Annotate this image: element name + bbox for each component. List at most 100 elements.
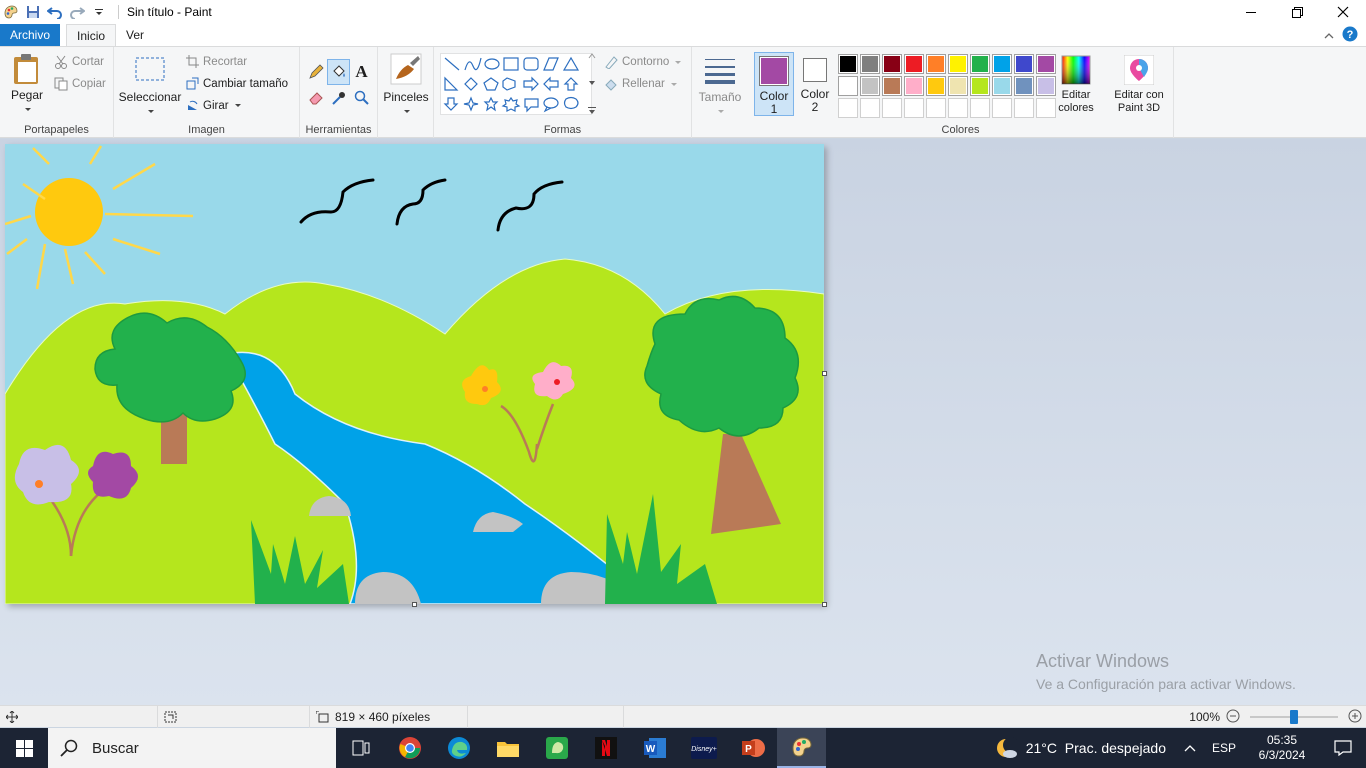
minimize-button[interactable] <box>1228 0 1274 24</box>
help-icon[interactable]: ? <box>1342 26 1358 45</box>
collapse-ribbon-icon[interactable] <box>1324 29 1334 43</box>
resize-handle-corner[interactable] <box>822 602 827 607</box>
system-tray: 21°C Prac. despejado ESP 05:35 6/3/2024 <box>986 728 1366 768</box>
zoom-slider-thumb[interactable] <box>1290 710 1298 724</box>
disney-plus-icon[interactable]: Disney+ <box>679 728 728 768</box>
palette-swatch[interactable] <box>1036 54 1056 74</box>
edit-with-paint3d-button[interactable]: Editar con Paint 3D <box>1108 54 1170 115</box>
magnifier-icon[interactable] <box>350 85 373 111</box>
zoom-out-icon[interactable] <box>1226 709 1240 726</box>
text-icon[interactable]: A <box>350 59 373 85</box>
palette-swatch[interactable] <box>926 54 946 74</box>
palette-swatch-empty[interactable] <box>992 98 1012 118</box>
color1-button[interactable]: Color 1 <box>754 52 794 116</box>
palette-swatch[interactable] <box>992 76 1012 96</box>
palette-swatch[interactable] <box>882 54 902 74</box>
palette-swatch[interactable] <box>970 76 990 96</box>
paint-taskbar-icon[interactable] <box>777 728 826 768</box>
color-picker-icon[interactable] <box>327 85 350 111</box>
crop-button[interactable]: Recortar <box>186 55 247 68</box>
input-language[interactable]: ESP <box>1204 741 1244 755</box>
powerpoint-icon[interactable]: P <box>728 728 777 768</box>
palette-swatch[interactable] <box>948 54 968 74</box>
zoom-slider[interactable] <box>1246 710 1342 724</box>
eraser-icon[interactable] <box>304 85 327 111</box>
tab-inicio[interactable]: Inicio <box>66 24 117 46</box>
paint-app-icon[interactable] <box>0 0 22 24</box>
palette-swatch[interactable] <box>992 54 1012 74</box>
palette-swatch[interactable] <box>926 76 946 96</box>
fill-bucket-icon[interactable] <box>327 59 350 85</box>
palette-swatch[interactable] <box>970 54 990 74</box>
palette-swatch[interactable] <box>904 54 924 74</box>
word-icon[interactable]: W <box>630 728 679 768</box>
drawing-canvas[interactable] <box>4 144 827 607</box>
edit-colors-button[interactable]: Editar colores <box>1056 55 1096 115</box>
taskbar-clock[interactable]: 05:35 6/3/2024 <box>1244 733 1320 763</box>
palette-swatch-empty[interactable] <box>838 98 858 118</box>
restore-button[interactable] <box>1274 0 1320 24</box>
close-button[interactable] <box>1320 0 1366 24</box>
selection-icon <box>164 711 177 722</box>
green-app-icon[interactable] <box>532 728 581 768</box>
tab-ver[interactable]: Ver <box>116 24 154 46</box>
palette-swatch-empty[interactable] <box>882 98 902 118</box>
palette-swatch-empty[interactable] <box>970 98 990 118</box>
rotate-button[interactable]: Girar <box>186 99 241 112</box>
tools-group-label: Herramientas <box>305 124 372 136</box>
resize-handle-bottom[interactable] <box>412 602 417 607</box>
resize-button[interactable]: Cambiar tamaño <box>186 77 288 90</box>
netflix-icon[interactable] <box>581 728 630 768</box>
clipboard-group-label: Portapapeles <box>24 124 89 136</box>
chrome-icon[interactable] <box>385 728 434 768</box>
copy-icon <box>54 77 68 91</box>
notifications-icon[interactable] <box>1320 740 1366 756</box>
save-icon[interactable] <box>22 0 44 24</box>
customize-quick-access-icon[interactable] <box>88 0 110 24</box>
shapes-scroll[interactable] <box>586 53 598 115</box>
show-hidden-icons[interactable] <box>1176 741 1204 755</box>
palette-swatch[interactable] <box>1014 54 1034 74</box>
palette-swatch-empty[interactable] <box>904 98 924 118</box>
palette-swatch[interactable] <box>1036 76 1056 96</box>
file-explorer-icon[interactable] <box>483 728 532 768</box>
paste-button[interactable]: Pegar <box>6 53 48 115</box>
zoom-in-icon[interactable] <box>1348 709 1362 726</box>
weather-widget[interactable]: 21°C Prac. despejado <box>986 737 1176 759</box>
palette-swatch[interactable] <box>882 76 902 96</box>
palette-swatch[interactable] <box>1014 76 1034 96</box>
palette-swatch[interactable] <box>860 54 880 74</box>
shapes-gallery[interactable] <box>440 53 592 115</box>
tab-archivo[interactable]: Archivo <box>0 24 61 46</box>
task-view-icon[interactable] <box>336 728 385 768</box>
palette-swatch-empty[interactable] <box>948 98 968 118</box>
taskbar-search[interactable]: Buscar <box>48 728 336 768</box>
palette-swatch[interactable] <box>838 54 858 74</box>
svg-text:W: W <box>645 744 655 755</box>
outline-button[interactable]: Contorno <box>604 55 682 69</box>
palette-swatch-empty[interactable] <box>1036 98 1056 118</box>
color2-button[interactable]: Color 2 <box>796 55 834 114</box>
brushes-button[interactable]: Pinceles <box>382 53 430 117</box>
palette-swatch-empty[interactable] <box>926 98 946 118</box>
cut-button[interactable]: Cortar <box>54 55 104 69</box>
resize-handle-right[interactable] <box>822 371 827 376</box>
size-button[interactable]: Tamaño <box>698 53 742 117</box>
select-button[interactable]: Seleccionar <box>118 55 182 117</box>
edge-icon[interactable] <box>434 728 483 768</box>
fill-button[interactable]: Rellenar <box>604 77 677 91</box>
palette-swatch-empty[interactable] <box>1014 98 1034 118</box>
copy-button[interactable]: Copiar <box>54 77 106 91</box>
palette-swatch-empty[interactable] <box>860 98 880 118</box>
brush-icon <box>390 53 422 85</box>
image-group-label: Imagen <box>188 124 225 136</box>
redo-icon[interactable] <box>66 0 88 24</box>
palette-swatch[interactable] <box>904 76 924 96</box>
start-button[interactable] <box>0 728 48 768</box>
canvas-workspace: Activar Windows Ve a Configuración para … <box>0 139 1366 705</box>
palette-swatch[interactable] <box>860 76 880 96</box>
pencil-icon[interactable] <box>304 59 327 85</box>
undo-icon[interactable] <box>44 0 66 24</box>
palette-swatch[interactable] <box>948 76 968 96</box>
palette-swatch[interactable] <box>838 76 858 96</box>
